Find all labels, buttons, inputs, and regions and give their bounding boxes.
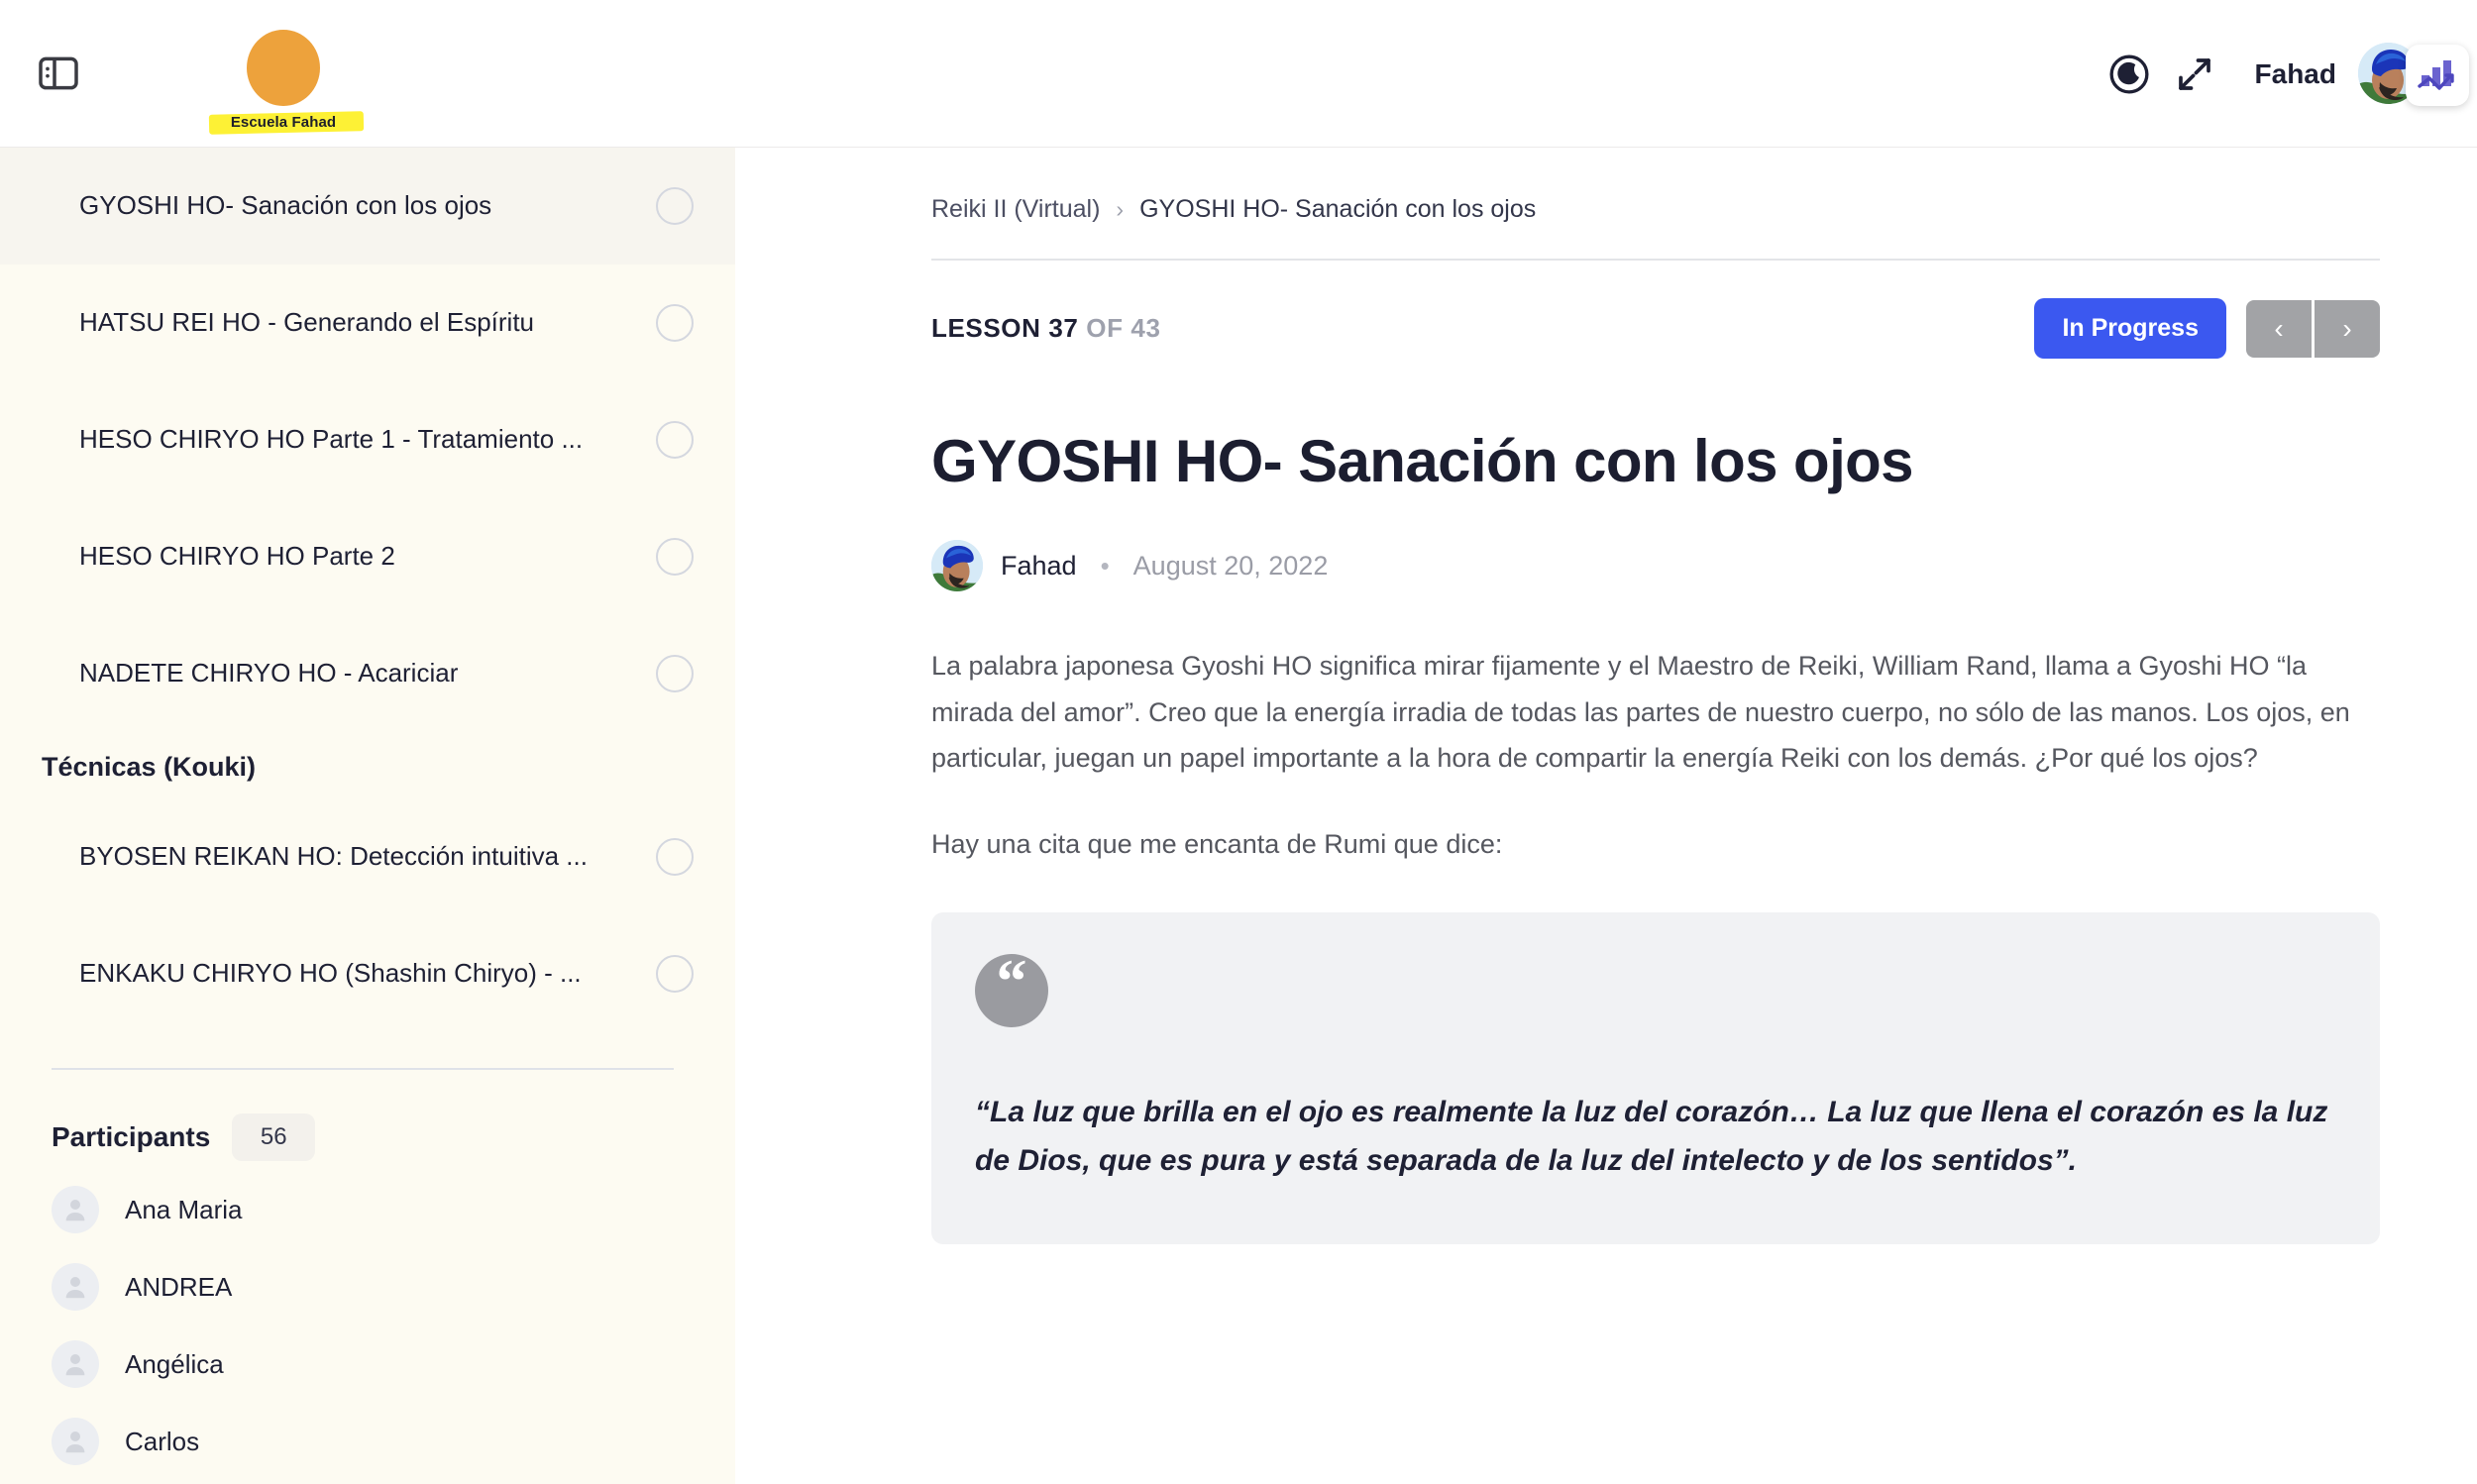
- sidebar-section-lesson-list: BYOSEN REIKAN HO: Detección intuitiva ..…: [0, 798, 735, 1032]
- person-icon: [52, 1186, 99, 1233]
- lesson-toolbar: LESSON 37 OF 43 In Progress ‹ ›: [931, 298, 2380, 359]
- person-icon: [52, 1418, 99, 1465]
- lesson-number: LESSON 37: [931, 313, 1079, 343]
- sidebar-lesson-label: GYOSHI HO- Sanación con los ojos: [79, 190, 492, 221]
- next-lesson-button[interactable]: ›: [2315, 299, 2380, 358]
- lesson-list: GYOSHI HO- Sanación con los ojos HATSU R…: [0, 148, 735, 732]
- list-item[interactable]: Carlos: [0, 1403, 735, 1480]
- top-header: Escuela Fahad Fahad: [0, 0, 2477, 148]
- sidebar-section-title: Técnicas (Kouki): [42, 752, 257, 782]
- bar-chart-app-icon[interactable]: [2406, 44, 2469, 106]
- header-actions: Fahad: [2097, 0, 2477, 148]
- sidebar-lesson-item[interactable]: GYOSHI HO- Sanación con los ojos: [0, 148, 735, 265]
- participant-name: Ana Maria: [125, 1194, 243, 1224]
- byline-separator: •: [1100, 550, 1110, 581]
- person-icon: [52, 1340, 99, 1388]
- sidebar-lesson-label: ENKAKU CHIRYO HO (Shashin Chiryo) - ...: [79, 958, 582, 989]
- publish-date: August 20, 2022: [1132, 550, 1329, 581]
- participants-count-badge: 56: [232, 1113, 316, 1161]
- lesson-content: Reiki II (Virtual) › GYOSHI HO- Sanación…: [735, 148, 2477, 1484]
- header-divider: [931, 259, 2380, 261]
- author-name[interactable]: Fahad: [1001, 551, 1077, 582]
- lesson-complete-circle-icon[interactable]: [656, 838, 694, 876]
- list-item[interactable]: Ana Maria: [0, 1171, 735, 1248]
- lesson-complete-circle-icon[interactable]: [656, 955, 694, 993]
- header-user-name[interactable]: Fahad: [2255, 58, 2336, 90]
- brand-logo[interactable]: Escuela Fahad: [194, 14, 373, 133]
- chevron-right-icon: ›: [1116, 196, 1125, 222]
- person-icon: [52, 1263, 99, 1311]
- header-avatar-group[interactable]: [2358, 39, 2469, 110]
- lesson-nav-group: ‹ ›: [2246, 299, 2380, 358]
- sidebar-lesson-item[interactable]: HESO CHIRYO HO Parte 2: [0, 498, 735, 615]
- lesson-complete-circle-icon[interactable]: [656, 655, 694, 692]
- expand-arrows-icon[interactable]: [2162, 42, 2227, 107]
- breadcrumb-current: GYOSHI HO- Sanación con los ojos: [1139, 195, 1537, 223]
- quote-mark-icon: “: [975, 951, 1048, 1027]
- moon-icon[interactable]: [2097, 42, 2162, 107]
- brand-mark-icon: [247, 30, 320, 106]
- sidebar-lesson-item[interactable]: BYOSEN REIKAN HO: Detección intuitiva ..…: [0, 798, 735, 915]
- participant-name: Angélica: [125, 1348, 224, 1379]
- sidebar-lesson-item[interactable]: HATSU REI HO - Generando el Espíritu: [0, 265, 735, 381]
- sidebar-lesson-label: HESO CHIRYO HO Parte 2: [79, 541, 395, 572]
- list-item[interactable]: ANDREA: [0, 1248, 735, 1325]
- lesson-actions: In Progress ‹ ›: [2034, 298, 2380, 359]
- participants-title: Participants: [52, 1121, 211, 1152]
- sidebar-lesson-label: BYOSEN REIKAN HO: Detección intuitiva ..…: [79, 841, 588, 872]
- body-paragraph-2: Hay una cita que me encanta de Rumi que …: [931, 828, 1503, 859]
- sidebar-toggle-icon[interactable]: [36, 53, 81, 94]
- lesson-complete-circle-icon[interactable]: [656, 187, 694, 225]
- brand-name: Escuela Fahad: [223, 112, 344, 133]
- breadcrumb-course-link[interactable]: Reiki II (Virtual): [931, 195, 1100, 224]
- course-sidebar[interactable]: GYOSHI HO- Sanación con los ojos HATSU R…: [0, 148, 735, 1484]
- list-item[interactable]: Angélica: [0, 1325, 735, 1403]
- sidebar-lesson-label: HATSU REI HO - Generando el Espíritu: [79, 307, 535, 338]
- lesson-complete-circle-icon[interactable]: [656, 421, 694, 459]
- blockquote-card: “ “La luz que brilla en el ojo es realme…: [931, 911, 2380, 1245]
- lesson-total: OF 43: [1086, 313, 1161, 343]
- sidebar-lesson-item[interactable]: ENKAKU CHIRYO HO (Shashin Chiryo) - ...: [0, 915, 735, 1032]
- author-avatar: [931, 540, 983, 592]
- breadcrumb: Reiki II (Virtual) › GYOSHI HO- Sanación…: [931, 195, 2380, 224]
- blockquote-text: “La luz que brilla en el ojo es realment…: [975, 1095, 2328, 1177]
- lesson-complete-circle-icon[interactable]: [656, 304, 694, 342]
- in-progress-button[interactable]: In Progress: [2034, 298, 2226, 359]
- sidebar-lesson-item[interactable]: HESO CHIRYO HO Parte 1 - Tratamiento ...: [0, 381, 735, 498]
- sidebar-lesson-label: NADETE CHIRYO HO - Acariciar: [79, 658, 459, 689]
- participant-name: ANDREA: [125, 1271, 233, 1302]
- participants-header: Participants 56: [0, 1070, 735, 1171]
- author-byline: Fahad • August 20, 2022: [931, 540, 2380, 592]
- previous-lesson-button[interactable]: ‹: [2246, 299, 2312, 358]
- body-paragraph-1: La palabra japonesa Gyoshi HO significa …: [931, 651, 2350, 774]
- page-title: GYOSHI HO- Sanación con los ojos: [931, 428, 1914, 494]
- participant-name: Carlos: [125, 1426, 200, 1456]
- lesson-page: Escuela Fahad Fahad GYOSHI HO- Sanación …: [0, 0, 2477, 1484]
- lesson-complete-circle-icon[interactable]: [656, 538, 694, 576]
- sidebar-lesson-label: HESO CHIRYO HO Parte 1 - Tratamiento ...: [79, 424, 584, 455]
- sidebar-lesson-item[interactable]: NADETE CHIRYO HO - Acariciar: [0, 615, 735, 732]
- participants-list: Ana Maria ANDREA Angélica Carlos: [0, 1171, 735, 1480]
- lesson-counter: LESSON 37 OF 43: [931, 313, 1161, 344]
